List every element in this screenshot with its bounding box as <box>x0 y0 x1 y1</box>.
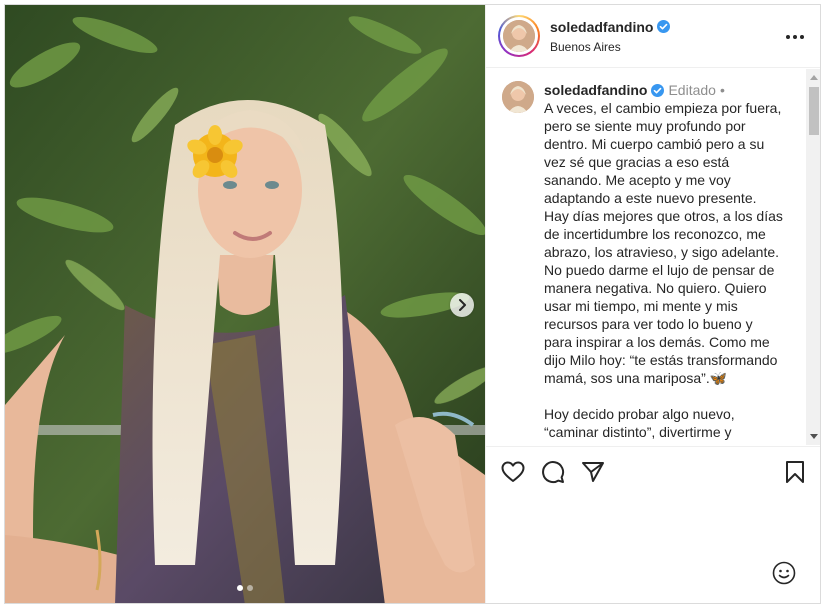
save-button[interactable] <box>782 459 808 485</box>
caption-text: A veces, el cambio empieza por fuera, pe… <box>544 100 783 440</box>
smiley-icon <box>772 561 796 585</box>
verified-badge-icon <box>657 20 671 33</box>
caption-scrollbar[interactable] <box>806 69 820 445</box>
caption-avatar[interactable] <box>502 81 534 113</box>
story-ring[interactable] <box>498 15 540 57</box>
avatar <box>503 20 535 52</box>
verified-badge-icon <box>651 83 665 97</box>
more-options-button[interactable] <box>783 27 807 47</box>
scroll-thumb[interactable] <box>809 87 819 135</box>
caption: soledadfandino Editado • A veces, el cam… <box>486 69 820 441</box>
comment-button[interactable] <box>540 459 566 485</box>
carousel-dot-active <box>237 585 243 591</box>
comments-area[interactable]: soledadfandino Editado • A veces, el cam… <box>486 69 820 445</box>
emoji-picker-button[interactable] <box>772 561 798 587</box>
header-username[interactable]: soledadfandino <box>550 19 671 35</box>
carousel-dot <box>247 585 253 591</box>
post-header: soledadfandino Buenos Aires <box>486 5 820 68</box>
edited-label: Editado <box>668 82 716 98</box>
username-text[interactable]: soledadfandino <box>550 19 653 35</box>
caption-username[interactable]: soledadfandino <box>544 81 647 99</box>
scroll-down-arrow-icon[interactable] <box>810 434 818 439</box>
action-bar <box>486 446 820 496</box>
post-media[interactable] <box>5 5 485 603</box>
post-side-panel: soledadfandino Buenos Aires soledadfandi… <box>485 5 820 603</box>
post-modal: soledadfandino Buenos Aires soledadfandi… <box>4 4 821 604</box>
header-location[interactable]: Buenos Aires <box>550 40 670 54</box>
like-button[interactable] <box>500 459 526 485</box>
carousel-indicator <box>5 585 485 591</box>
share-button[interactable] <box>580 459 606 485</box>
comment-icon <box>542 461 565 484</box>
scroll-up-arrow-icon[interactable] <box>810 75 818 80</box>
chevron-right-icon <box>459 299 466 311</box>
paper-plane-icon <box>582 462 604 482</box>
carousel-next-button[interactable] <box>450 293 474 317</box>
post-photo <box>5 5 485 603</box>
more-options-icon <box>786 35 804 39</box>
separator-dot: • <box>719 82 725 98</box>
heart-icon <box>501 461 525 482</box>
bookmark-icon <box>786 461 804 483</box>
